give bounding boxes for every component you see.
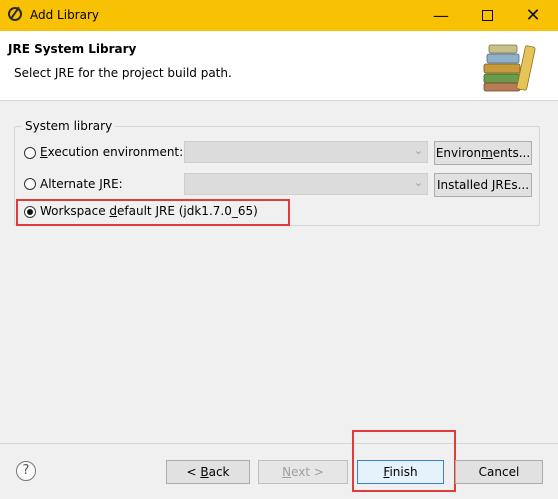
environments-button[interactable]: Environments... (434, 141, 532, 165)
label-part: RE: (102, 177, 123, 191)
label-part: efault JRE (jdk1.7.0_65) (117, 204, 258, 218)
button-part: ack (208, 465, 230, 479)
workspace-default-label: Workspace default JRE (jdk1.7.0_65) (40, 204, 258, 218)
button-part: ext > (291, 465, 324, 479)
label-part: xecution environment: (47, 145, 184, 159)
title-bar: Add Library — ✕ (0, 0, 558, 31)
button-part: ents... (492, 146, 531, 160)
alternate-jre-radio[interactable] (24, 178, 36, 190)
library-books-icon (483, 44, 536, 92)
chevron-down-icon: ⌄ (413, 144, 423, 157)
label-part: Workspace (40, 204, 110, 218)
execution-environment-select[interactable]: ⌄ (184, 141, 428, 163)
back-button[interactable]: < Back (166, 460, 250, 484)
button-mnemonic: m (481, 146, 493, 160)
installed-jres-button[interactable]: Installed JREs... (434, 173, 532, 197)
system-library-label: System library (22, 119, 116, 133)
page-title: JRE System Library (8, 42, 137, 56)
eclipse-icon (8, 7, 22, 21)
alternate-jre-select[interactable]: ⌄ (184, 173, 428, 195)
close-button[interactable]: ✕ (510, 0, 556, 31)
button-part: Environ (435, 146, 482, 160)
help-icon[interactable]: ? (16, 461, 36, 481)
window-title: Add Library (30, 8, 100, 22)
execution-environment-radio[interactable] (24, 147, 36, 159)
maximize-icon (481, 10, 493, 21)
label-part: Alternate (40, 177, 100, 191)
chevron-down-icon: ⌄ (413, 176, 423, 189)
label-mnemonic: E (40, 145, 48, 159)
button-mnemonic: B (200, 465, 209, 479)
page-description: Select JRE for the project build path. (14, 66, 232, 80)
wizard-header: JRE System Library Select JRE for the pr… (0, 31, 558, 101)
button-part: ... (517, 178, 530, 192)
cancel-button[interactable]: Cancel (455, 460, 543, 484)
minimize-button[interactable]: — (418, 0, 464, 31)
workspace-default-radio[interactable] (24, 206, 36, 218)
footer-divider (0, 443, 558, 444)
execution-environment-label: Execution environment: (40, 145, 183, 159)
label-mnemonic: d (109, 204, 118, 218)
button-part: Installed JREs (436, 178, 518, 192)
next-button[interactable]: Next > (258, 460, 348, 484)
button-part: < (186, 465, 201, 479)
finish-highlight (352, 430, 456, 492)
alternate-jre-label: Alternate JRE: (40, 177, 123, 191)
maximize-button[interactable] (464, 0, 510, 31)
button-mnemonic: N (282, 465, 292, 479)
